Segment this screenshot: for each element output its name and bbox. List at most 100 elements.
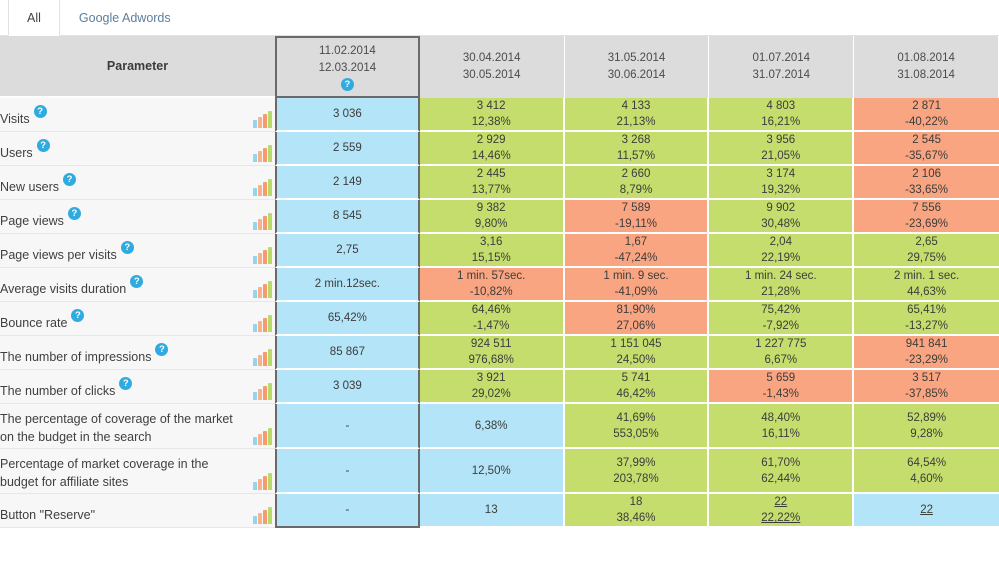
data-cell[interactable]: 3 036 [275,98,420,132]
data-cell[interactable]: 2 559 [275,132,420,166]
data-cell[interactable]: 61,70% 62,44% [709,449,855,494]
tab-all[interactable]: All [8,0,60,36]
bar-chart-icon[interactable] [253,247,275,264]
data-cell[interactable]: 81,90% 27,06% [564,302,710,336]
date-column-header-4[interactable]: 01.07.2014 31.07.2014 [709,36,855,98]
data-cell-change: -23,69% [905,218,949,230]
date-column-header-1[interactable]: 11.02.2014 12.03.2014? [275,36,420,98]
data-cell-change: -1,47% [472,320,510,332]
data-cell[interactable]: 1 min. 9 sec. -41,09% [564,268,710,302]
data-cell-value: 2 min.12sec. [314,278,380,290]
question-mark-icon[interactable]: ? [130,275,144,288]
parameter-cell-inner: Visits? [0,98,275,131]
data-cell[interactable]: 18 38,46% [564,494,710,528]
data-cell[interactable]: - [275,494,420,528]
data-cell[interactable]: 3 412 12,38% [419,98,565,132]
data-cell[interactable]: 2 106 -33,65% [854,166,999,200]
data-cell[interactable]: 22 [854,494,999,528]
data-cell[interactable]: 2 445 13,77% [419,166,565,200]
data-cell-value[interactable]: 22 [854,502,999,518]
data-cell[interactable]: 9 382 9,80% [419,200,565,234]
data-cell[interactable]: 3 921 29,02% [419,370,565,404]
data-cell[interactable]: 22 22,22% [709,494,855,528]
data-cell[interactable]: 2 545 -35,67% [854,132,999,166]
data-cell[interactable]: - [275,449,420,494]
data-cell[interactable]: - [275,404,420,449]
data-cell-value[interactable]: 22 [709,494,852,510]
tab-google-adwords[interactable]: Google Adwords [60,0,190,35]
data-cell[interactable]: 1 151 045 24,50% [564,336,710,370]
data-cell[interactable]: 85 867 [275,336,420,370]
data-cell[interactable]: 2 min.12sec. [275,268,420,302]
data-cell[interactable]: 64,46% -1,47% [419,302,565,336]
question-mark-icon[interactable]: ? [33,105,47,118]
bar-chart-icon[interactable] [253,281,275,298]
data-cell[interactable]: 12,50% [419,449,565,494]
data-cell[interactable]: 1 227 775 6,67% [709,336,855,370]
data-cell-value: - [345,464,350,477]
data-cell[interactable]: 7 556 -23,69% [854,200,999,234]
bar-chart-icon[interactable] [253,349,275,366]
bar-chart-icon[interactable] [253,213,275,230]
data-cell[interactable]: 1 min. 24 sec. 21,28% [709,268,855,302]
data-cell[interactable]: 2 min. 1 sec. 44,63% [854,268,999,302]
data-cell[interactable]: 5 659 -1,43% [709,370,855,404]
bar-chart-icon[interactable] [253,383,275,400]
data-cell[interactable]: 3 174 19,32% [709,166,855,200]
date-column-header-3[interactable]: 31.05.2014 30.06.2014 [564,36,710,98]
question-mark-icon[interactable]: ? [71,309,85,322]
data-cell[interactable]: 2 149 [275,166,420,200]
data-cell[interactable]: 3 956 21,05% [709,132,855,166]
data-cell[interactable]: 65,42% [275,302,420,336]
data-cell[interactable]: 4 133 21,13% [564,98,710,132]
data-cell[interactable]: 6,38% [419,404,565,449]
data-cell[interactable]: 7 589 -19,11% [564,200,710,234]
data-cell[interactable]: 1,67 -47,24% [564,234,710,268]
question-mark-icon[interactable]: ? [63,173,77,186]
data-cell[interactable]: 1 min. 57sec. -10,82% [419,268,565,302]
data-cell[interactable]: 64,54% 4,60% [854,449,999,494]
data-cell[interactable]: 41,69% 553,05% [564,404,710,449]
data-cell[interactable]: 13 [419,494,565,528]
table-row: Button "Reserve" - 13 18 38,46% 22 22,22% 22 [0,494,999,528]
data-cell[interactable]: 2 660 8,79% [564,166,710,200]
data-cell[interactable]: 2,04 22,19% [709,234,855,268]
date-column-header-5[interactable]: 01.08.2014 31.08.2014 [854,36,999,98]
data-cell[interactable]: 52,89% 9,28% [854,404,999,449]
data-cell[interactable]: 2 871 -40,22% [854,98,999,132]
data-cell[interactable]: 3,16 15,15% [419,234,565,268]
data-cell[interactable]: 48,40% 16,11% [709,404,855,449]
data-cell[interactable]: 37,99% 203,78% [564,449,710,494]
data-cell[interactable]: 5 741 46,42% [564,370,710,404]
date-column-header-2[interactable]: 30.04.2014 30.05.2014 [419,36,565,98]
data-cell[interactable]: 4 803 16,21% [709,98,855,132]
data-cell[interactable]: 8 545 [275,200,420,234]
bar-chart-icon-bar [258,389,262,400]
bar-chart-icon[interactable] [253,145,275,162]
question-mark-icon[interactable]: ? [36,139,50,152]
question-mark-icon[interactable]: ? [67,207,81,220]
data-cell[interactable]: 3 517 -37,85% [854,370,999,404]
data-cell[interactable]: 9 902 30,48% [709,200,855,234]
bar-chart-icon[interactable] [253,428,275,445]
bar-chart-icon[interactable] [253,111,275,128]
data-cell[interactable]: 3 039 [275,370,420,404]
data-cell[interactable]: 3 268 11,57% [564,132,710,166]
bar-chart-icon[interactable] [253,315,275,332]
question-mark-icon[interactable]: ? [340,78,354,91]
data-cell[interactable]: 2,65 29,75% [854,234,999,268]
bar-chart-icon[interactable] [253,507,275,524]
data-cell[interactable]: 941 841 -23,29% [854,336,999,370]
bar-chart-icon[interactable] [253,179,275,196]
data-cell[interactable]: 2 929 14,46% [419,132,565,166]
question-mark-icon[interactable]: ? [155,343,169,356]
data-cell[interactable]: 924 511 976,68% [419,336,565,370]
data-cell[interactable]: 65,41% -13,27% [854,302,999,336]
question-mark-icon[interactable]: ? [119,377,133,390]
question-mark-icon[interactable]: ? [120,241,134,254]
bar-chart-icon[interactable] [253,473,275,490]
data-cell[interactable]: 2,75 [275,234,420,268]
data-cell-value: 2 106 [912,168,941,180]
data-cell[interactable]: 75,42% -7,92% [709,302,855,336]
data-cell-change[interactable]: 22,22% [709,510,852,526]
